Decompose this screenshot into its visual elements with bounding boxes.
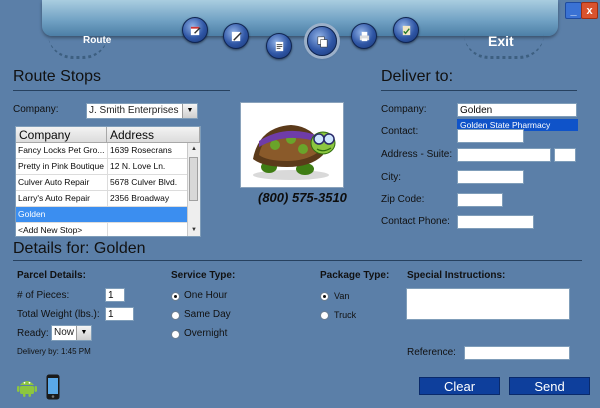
package-truck-radio[interactable] <box>320 311 329 320</box>
route-stops-title: Route Stops <box>13 68 102 85</box>
city-input[interactable] <box>457 170 524 184</box>
table-row[interactable]: <Add New Stop> <box>16 223 187 236</box>
route-company-value: J. Smith Enterprises <box>89 105 179 116</box>
copy-document-icon[interactable] <box>307 26 337 56</box>
deliver-company-label: Company: <box>381 104 427 115</box>
suite-input[interactable] <box>554 148 576 162</box>
row-address: 2356 Broadway <box>107 191 187 206</box>
zip-code-input[interactable] <box>457 193 503 207</box>
special-instructions-textarea[interactable] <box>406 288 570 320</box>
contact-phone-label: Contact Phone: <box>381 216 450 227</box>
address-input[interactable] <box>457 148 551 162</box>
send-button[interactable]: Send <box>509 377 590 395</box>
close-button[interactable]: x <box>581 2 598 19</box>
minimize-button[interactable]: _ <box>565 2 582 19</box>
row-address: 1639 Rosecrans <box>107 143 187 158</box>
row-company: <Add New Stop> <box>18 225 83 235</box>
package-van-radio[interactable] <box>320 292 329 301</box>
row-address <box>107 223 187 236</box>
column-header-address[interactable]: Address <box>107 127 200 143</box>
service-option-label[interactable]: One Hour <box>184 290 227 301</box>
route-stops-grid[interactable]: Company Address Fancy Locks Pet Gro... 1… <box>15 126 201 237</box>
weight-input[interactable]: 1 <box>105 307 134 321</box>
special-instructions-title: Special Instructions: <box>407 270 506 281</box>
table-row[interactable]: Larry's Auto Repair 2356 Broadway <box>16 191 187 207</box>
grid-scrollbar[interactable]: ▲ ▼ <box>187 143 200 236</box>
weight-label: Total Weight (lbs.): <box>17 309 100 320</box>
ready-select[interactable]: Now ▼ <box>51 325 92 341</box>
deliver-company-input[interactable]: Golden <box>457 103 577 117</box>
contact-phone-input[interactable] <box>457 215 534 229</box>
route-label: Route <box>83 35 112 46</box>
package-type-title: Package Type: <box>320 270 390 281</box>
route-stops-divider <box>13 90 230 91</box>
details-divider <box>13 260 582 261</box>
table-row[interactable]: Pretty in Pink Boutique 12 N. Love Ln. <box>16 159 187 175</box>
address-suite-label: Address - Suite: <box>381 149 453 160</box>
brand-phone-number: (800) 575-3510 <box>258 190 347 205</box>
printer-icon[interactable] <box>351 23 377 49</box>
row-address: 5678 Culver Blvd. <box>107 175 187 190</box>
delivery-by-text: Delivery by: 1:45 PM <box>17 347 91 356</box>
service-option-label[interactable]: Overnight <box>184 328 227 339</box>
chevron-down-icon[interactable]: ▼ <box>182 104 197 118</box>
deliver-to-divider <box>381 90 577 91</box>
scroll-down-icon[interactable]: ▼ <box>188 224 200 236</box>
row-company: Larry's Auto Repair <box>18 193 91 203</box>
parcel-details-title: Parcel Details: <box>17 270 86 281</box>
row-address <box>107 207 187 222</box>
mobile-phone-icon[interactable] <box>46 374 60 400</box>
table-row-selected[interactable]: Golden <box>16 207 187 223</box>
reference-input[interactable] <box>464 346 570 360</box>
turtle-mascot-icon <box>240 102 344 188</box>
package-option-label[interactable]: Van <box>334 291 349 301</box>
city-label: City: <box>381 172 401 183</box>
scroll-up-icon[interactable]: ▲ <box>188 143 200 155</box>
service-option-label[interactable]: Same Day <box>184 309 231 320</box>
exit-button[interactable]: Exit <box>488 33 514 49</box>
route-arc <box>48 8 108 59</box>
route-company-select[interactable]: J. Smith Enterprises ▼ <box>86 103 198 119</box>
contact-label: Contact: <box>381 126 419 137</box>
chevron-down-icon[interactable]: ▼ <box>76 326 91 340</box>
row-company: Golden <box>18 209 46 219</box>
row-address: 12 N. Love Ln. <box>107 159 187 174</box>
service-type-title: Service Type: <box>171 270 236 281</box>
reference-label: Reference: <box>407 347 456 358</box>
service-same-day-radio[interactable] <box>171 311 180 320</box>
row-company: Culver Auto Repair <box>18 177 90 187</box>
pencil-edit-icon[interactable] <box>223 23 249 49</box>
scroll-thumb[interactable] <box>189 157 198 201</box>
table-row[interactable]: Fancy Locks Pet Gro... 1639 Rosecrans <box>16 143 187 159</box>
table-row[interactable]: Culver Auto Repair 5678 Culver Blvd. <box>16 175 187 191</box>
details-title: Details for: Golden <box>13 240 146 257</box>
pieces-label: # of Pieces: <box>17 290 70 301</box>
android-icon[interactable] <box>16 376 38 398</box>
clipboard-check-icon[interactable] <box>393 17 419 43</box>
ready-label: Ready: <box>17 328 49 339</box>
route-company-label: Company: <box>13 104 59 115</box>
zip-code-label: Zip Code: <box>381 194 425 205</box>
pieces-input[interactable]: 1 <box>105 288 125 302</box>
row-company: Fancy Locks Pet Gro... <box>18 145 105 155</box>
ready-value: Now <box>54 327 75 338</box>
row-company: Pretty in Pink Boutique <box>18 161 104 171</box>
package-option-label[interactable]: Truck <box>334 310 356 320</box>
deliver-to-title: Deliver to: <box>381 68 454 85</box>
column-header-company[interactable]: Company <box>16 127 107 143</box>
service-overnight-radio[interactable] <box>171 330 180 339</box>
service-one-hour-radio[interactable] <box>171 292 180 301</box>
note-edit-icon[interactable] <box>266 33 292 59</box>
contact-input[interactable] <box>457 129 524 143</box>
calendar-edit-icon[interactable] <box>182 17 208 43</box>
clear-button[interactable]: Clear <box>419 377 500 395</box>
